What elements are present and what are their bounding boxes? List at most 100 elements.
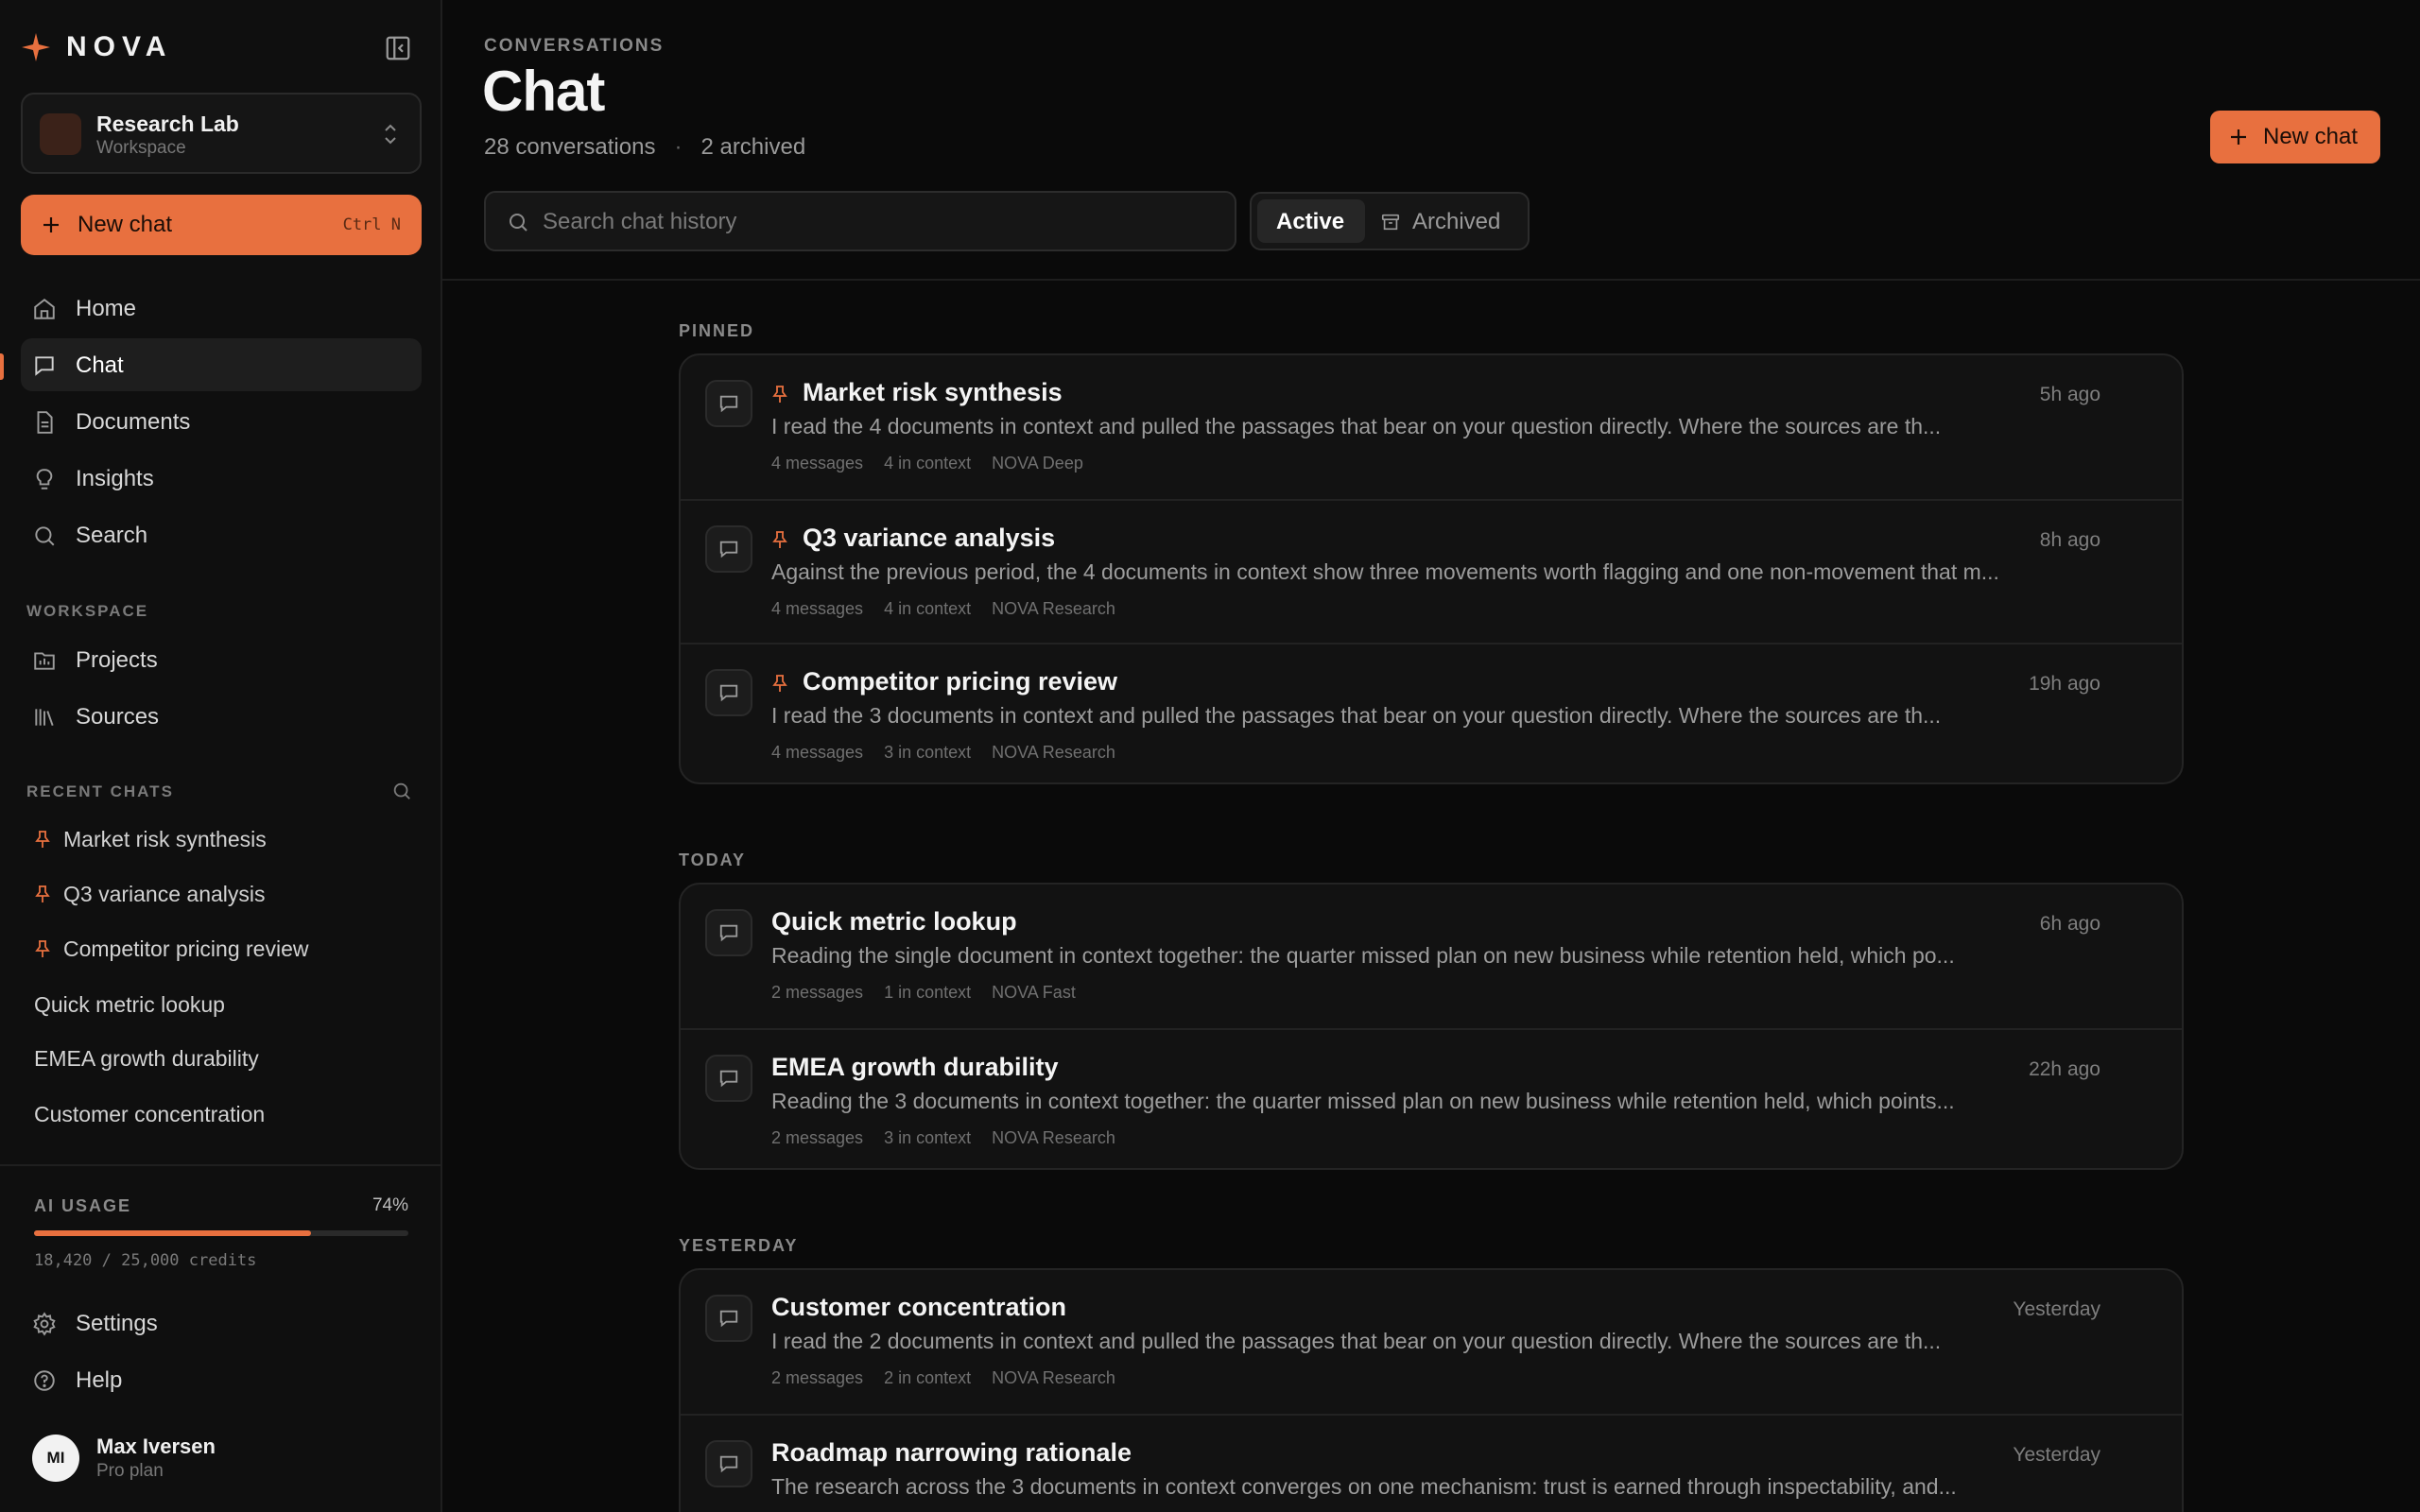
chat-timestamp: 8h ago bbox=[2039, 529, 2100, 551]
workspace-switcher[interactable]: Research Lab Workspace bbox=[21, 93, 422, 174]
sidebar-item-label: Search bbox=[76, 523, 148, 548]
library-icon bbox=[35, 709, 54, 726]
recent-chats-label: RECENT CHATS bbox=[26, 782, 174, 800]
chat-meta: 4 messages 4 in context NOVA Research bbox=[771, 599, 1115, 619]
sidebar-item-help[interactable]: Help bbox=[21, 1353, 422, 1406]
filter-archived-tab[interactable]: Archived bbox=[1365, 199, 1524, 243]
chat-timestamp: 22h ago bbox=[2029, 1058, 2100, 1080]
sidebar-item-sources[interactable]: Sources bbox=[21, 690, 422, 743]
archive-icon bbox=[1381, 214, 1400, 231]
chat-timestamp: Yesterday bbox=[2013, 1444, 2100, 1466]
recent-chat-label: Q3 variance analysis bbox=[63, 882, 266, 906]
search-input[interactable] bbox=[543, 204, 1204, 240]
recent-chat-label: Market risk synthesis bbox=[63, 827, 267, 851]
sidebar-item-label: Home bbox=[76, 296, 137, 321]
archived-count[interactable]: 2 archived bbox=[700, 134, 805, 161]
sidebar-item-documents[interactable]: Documents bbox=[21, 395, 422, 448]
chat-icon bbox=[719, 1070, 738, 1088]
new-chat-label: New chat bbox=[2263, 124, 2359, 149]
usage-credits: 18,420 / 25,000 credits bbox=[34, 1251, 257, 1270]
pin-icon bbox=[772, 531, 787, 548]
chat-meta: 4 messages 4 in context NOVA Deep bbox=[771, 454, 1083, 473]
home-icon bbox=[34, 299, 55, 319]
page-title: Chat bbox=[482, 60, 605, 123]
chat-bubble-badge bbox=[705, 380, 752, 427]
chat-group: Customer concentration Yesterday I read th… bbox=[679, 1268, 2184, 1512]
chat-row[interactable]: Competitor pricing review 19h ago I read t… bbox=[681, 643, 2182, 782]
context-count: 3 in context bbox=[884, 1128, 972, 1147]
chat-group: Market risk synthesis 5h ago I read the 4 … bbox=[679, 353, 2184, 784]
separator: · bbox=[674, 134, 683, 160]
chat-icon bbox=[719, 1310, 738, 1328]
user-profile[interactable]: MI Max Iversen Pro plan bbox=[32, 1433, 429, 1486]
sidebar-item-home[interactable]: Home bbox=[21, 282, 422, 335]
chat-timestamp: 19h ago bbox=[2029, 673, 2100, 695]
search-icon bbox=[510, 214, 527, 232]
sidebar-new-chat-button[interactable]: New chat Ctrl N bbox=[21, 195, 422, 255]
breadcrumb: CONVERSATIONS bbox=[484, 36, 665, 56]
chat-meta: 4 messages 3 in context NOVA Research bbox=[771, 743, 1115, 763]
chat-title: Q3 variance analysis bbox=[803, 524, 1056, 552]
chat-preview: I read the 4 documents in context and pu… bbox=[771, 414, 1942, 438]
context-count: 3 in context bbox=[884, 743, 972, 762]
sidebar-item-search[interactable]: Search bbox=[21, 508, 422, 561]
brand-name: NOVA bbox=[66, 31, 173, 62]
help-icon bbox=[34, 1370, 55, 1391]
sidebar-item-chat[interactable]: Chat bbox=[21, 338, 422, 391]
chat-bubble-badge bbox=[705, 669, 752, 716]
chat-preview: I read the 3 documents in context and pu… bbox=[771, 703, 1942, 728]
chat-row[interactable]: Customer concentration Yesterday I read th… bbox=[681, 1270, 2182, 1414]
sidebar-item-label: Settings bbox=[76, 1311, 158, 1336]
usage-label: AI USAGE bbox=[34, 1196, 132, 1215]
folder-chart-icon bbox=[34, 652, 55, 670]
recent-chat-label: Quick metric lookup bbox=[34, 992, 225, 1017]
new-chat-button[interactable]: New chat bbox=[2210, 111, 2380, 163]
chat-preview: Reading the 3 documents in context toget… bbox=[771, 1089, 1955, 1113]
collapse-sidebar-icon[interactable] bbox=[384, 34, 412, 62]
chat-title: Roadmap narrowing rationale bbox=[771, 1438, 1132, 1467]
main-content: CONVERSATIONS Chat 28 conversations · 2 … bbox=[442, 0, 2420, 1512]
sidebar-item-projects[interactable]: Projects bbox=[21, 633, 422, 686]
sidebar: NOVA Research Lab Workspace New chat Ctr… bbox=[0, 0, 442, 1512]
user-name: Max Iversen bbox=[96, 1435, 216, 1458]
chat-row[interactable]: Market risk synthesis 5h ago I read the 4 … bbox=[681, 355, 2182, 499]
search-recent-icon[interactable] bbox=[391, 781, 412, 801]
chat-row[interactable]: Q3 variance analysis 8h ago Against the pr… bbox=[681, 499, 2182, 643]
pin-icon bbox=[35, 885, 50, 902]
recent-chat-item[interactable]: Quick metric lookup bbox=[21, 982, 422, 1027]
pin-icon bbox=[35, 940, 50, 957]
chat-icon bbox=[719, 684, 738, 702]
chat-timestamp: 5h ago bbox=[2039, 384, 2100, 405]
recent-chat-label: Customer concentration bbox=[34, 1102, 266, 1126]
chat-title: Competitor pricing review bbox=[803, 667, 1118, 696]
chat-title: EMEA growth durability bbox=[771, 1053, 1059, 1081]
recent-chat-item[interactable]: Customer concentration bbox=[21, 1091, 422, 1137]
recent-chat-label: EMEA growth durability bbox=[34, 1046, 259, 1071]
sidebar-item-label: Help bbox=[76, 1367, 123, 1393]
user-plan: Pro plan bbox=[96, 1461, 164, 1481]
recent-chat-item[interactable]: Competitor pricing review bbox=[21, 926, 422, 971]
search-icon bbox=[35, 526, 55, 546]
chat-row[interactable]: EMEA growth durability 22h ago Reading the… bbox=[681, 1028, 2182, 1168]
workspace-type: Workspace bbox=[96, 138, 186, 158]
chat-bubble-badge bbox=[705, 909, 752, 956]
context-count: 1 in context bbox=[884, 983, 972, 1002]
chat-timestamp: 6h ago bbox=[2039, 913, 2100, 935]
chat-row[interactable]: Roadmap narrowing rationale Yesterday The … bbox=[681, 1414, 2182, 1512]
chat-preview: Against the previous period, the 4 docum… bbox=[771, 559, 1999, 584]
recent-chat-item[interactable]: EMEA growth durability bbox=[21, 1036, 422, 1081]
chat-meta: 2 messages 2 in context NOVA Research bbox=[771, 1368, 1115, 1388]
sidebar-item-settings[interactable]: Settings bbox=[21, 1297, 422, 1349]
plus-icon bbox=[43, 217, 59, 232]
message-count: 2 messages bbox=[771, 983, 864, 1002]
search-field[interactable] bbox=[484, 191, 1236, 251]
recent-chat-item[interactable]: Q3 variance analysis bbox=[21, 871, 422, 917]
chat-row[interactable]: Quick metric lookup 6h ago Reading the sin… bbox=[681, 885, 2182, 1028]
sidebar-item-insights[interactable]: Insights bbox=[21, 452, 422, 505]
pin-icon bbox=[772, 675, 787, 692]
nova-logo-icon bbox=[22, 33, 50, 61]
brand[interactable]: NOVA bbox=[21, 30, 172, 64]
recent-chat-item[interactable]: Market risk synthesis bbox=[21, 816, 422, 862]
filter-active-tab[interactable]: Active bbox=[1257, 199, 1365, 243]
sidebar-item-label: Documents bbox=[76, 409, 191, 435]
